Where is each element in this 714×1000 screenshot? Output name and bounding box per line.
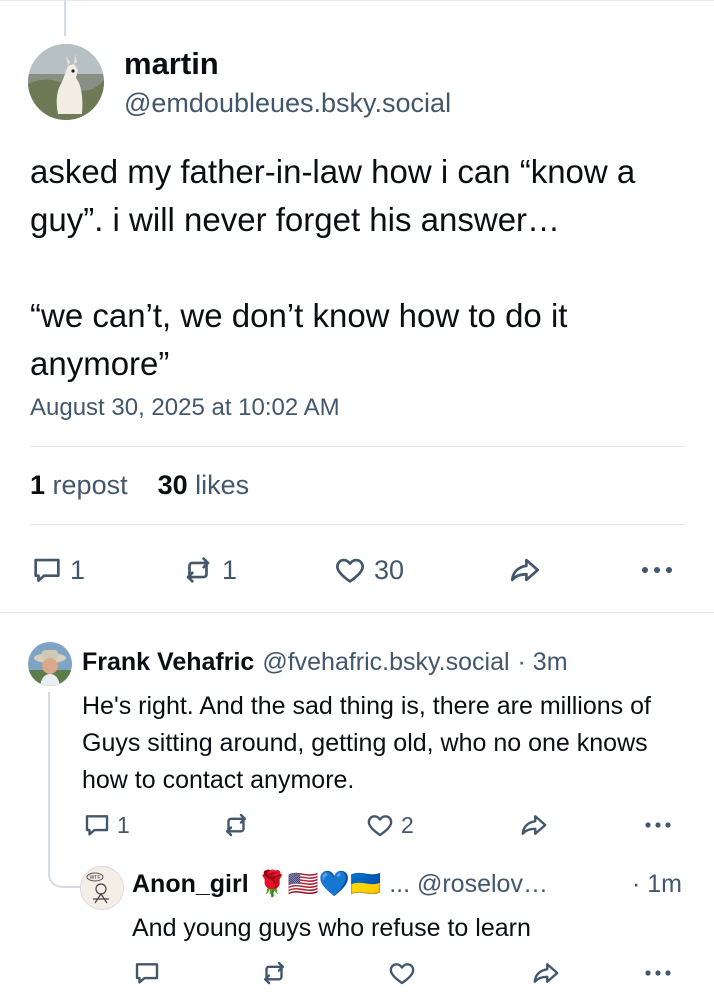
share-icon [506,553,544,587]
post-text: asked my father-in-law how i can “know a… [30,153,636,382]
reply-count: 1 [70,554,86,585]
like-label: likes [195,470,250,500]
reply-time: · 1m [632,870,682,898]
heart-icon [364,810,396,840]
reply-actions-frank: 1 [82,810,130,840]
post-like-action: 30 [332,548,404,592]
repost-icon [258,958,290,988]
reply-reply-count: 1 [117,811,130,838]
reply-author-handle[interactable]: @fvehafric.bsky.social [262,648,509,677]
share-icon [518,810,550,840]
post-actions: 1 [30,548,85,592]
parent-thread-line [64,0,66,36]
post-repost-action: 1 [180,548,237,592]
reply-more-button[interactable] [642,810,674,840]
stats-divider-top [30,446,686,447]
reply-avatar-anon[interactable]: WTF [80,866,124,910]
reply-text-frank: He's right. And the sad thing is, there … [82,692,658,794]
author-handle[interactable]: @emdoubleues.bsky.social [124,88,451,119]
post-timestamp: August 30, 2025 at 10:02 AM [30,394,340,421]
reply-header-frank: Frank Vehafric @fvehafric.bsky.social · … [82,648,568,677]
reply2-reply-button[interactable] [132,958,162,988]
reply2-like-button[interactable] [386,958,418,988]
reply-text-anon: And young guys who refuse to learn [132,914,531,942]
heart-icon [386,958,418,988]
avatar-lettering: WTF [90,875,101,881]
repost-action-count: 1 [222,554,238,585]
reply-repost-button[interactable] [220,810,252,840]
share-button[interactable] [506,548,544,592]
reply-icon [30,553,64,587]
top-divider [0,0,714,1]
ellipsis-icon [642,958,674,988]
reply-like-button[interactable]: 2 [364,810,414,840]
repost-icon [220,810,252,840]
reply-thread-line [48,692,50,876]
like-button[interactable]: 30 [332,553,404,587]
author-name[interactable]: martin [124,46,219,82]
likes-stat[interactable]: 30 likes [158,470,250,501]
replies-divider [0,612,714,613]
reply-like-count: 2 [401,811,414,838]
engagement-stats: 1 repost 30 likes [30,470,249,501]
repost-button[interactable]: 1 [180,553,237,587]
reply-icon [132,958,162,988]
reply-like-action: 2 [364,810,414,840]
author-emoji: 🌹🇺🇸💙🇺🇦 [256,870,382,898]
reply-avatar-frank[interactable] [28,642,72,686]
reply-header-anon: Anon_girl 🌹🇺🇸💙🇺🇦 ... @roselov… [132,870,548,899]
repost-icon [180,553,216,587]
share-icon [530,958,562,988]
heart-icon [332,553,368,587]
reply-share-button[interactable] [518,810,550,840]
repost-count: 1 [30,470,46,500]
reply-author-name[interactable]: Anon_girl [132,870,249,899]
reply2-more-button[interactable] [642,958,674,988]
author-avatar[interactable] [28,44,104,120]
reply-time: · 3m [517,648,568,676]
reply-icon [82,810,112,840]
like-count: 30 [157,470,188,500]
reposts-stat[interactable]: 1 repost [30,470,128,501]
reply-reply-button[interactable]: 1 [82,810,130,840]
ellipsis-icon [642,810,674,840]
more-options-button[interactable] [638,548,676,592]
repost-label: repost [52,470,128,500]
reply2-repost-button[interactable] [258,958,290,988]
reply-author-name[interactable]: Frank Vehafric [82,648,254,677]
ellipsis-icon [638,553,676,587]
reply-button[interactable]: 1 [30,553,85,587]
like-action-count: 30 [374,554,405,585]
reply2-share-button[interactable] [530,958,562,988]
reply-author-handle[interactable]: ... @roselov… [389,870,548,899]
stats-divider-bottom [30,524,686,525]
